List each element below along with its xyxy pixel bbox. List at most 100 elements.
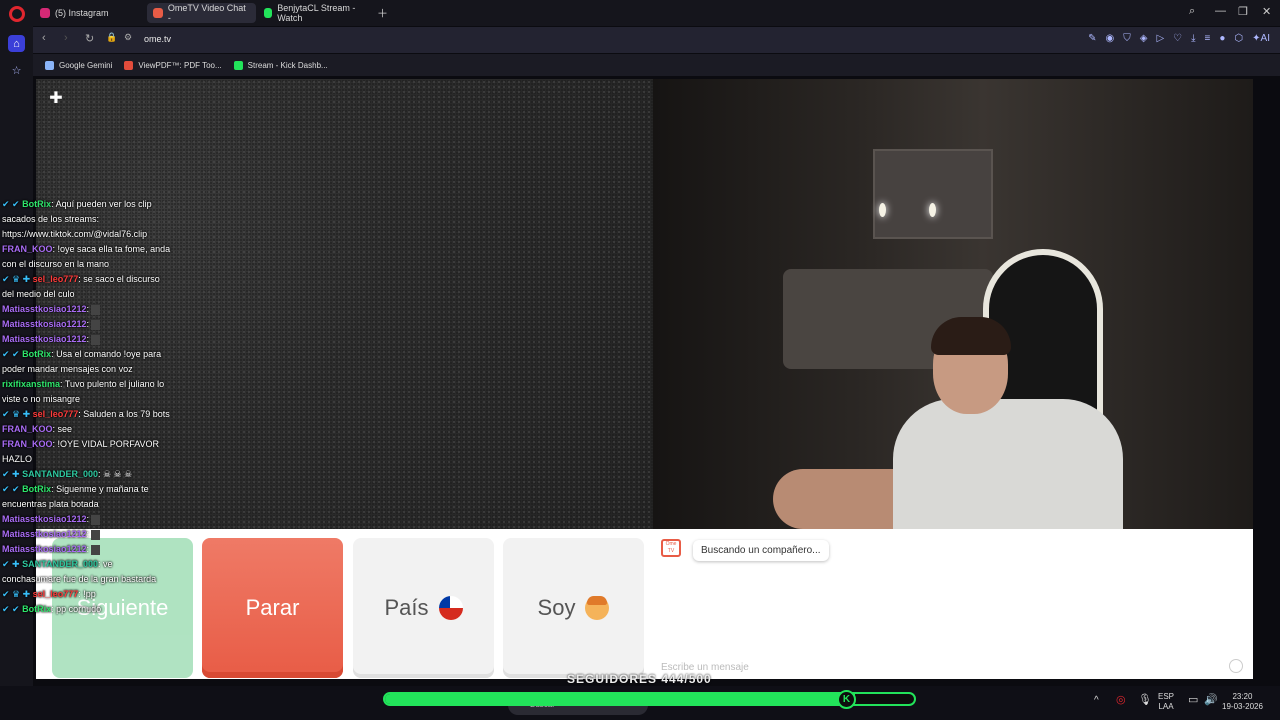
chat-username[interactable]: FRAN_KOO xyxy=(2,439,53,449)
chat-message: ✔ ♛ ✚ sel_leo777: !pp xyxy=(2,587,172,602)
network-icon[interactable]: ▭ xyxy=(1188,695,1198,706)
status-message: Buscando un compañero... xyxy=(693,540,829,561)
site-info-icon[interactable]: ⚙ xyxy=(124,32,132,43)
maximize-icon[interactable]: ❐ xyxy=(1238,5,1248,18)
minimize-icon[interactable]: — xyxy=(1215,5,1226,17)
chat-username[interactable]: sel_leo777 xyxy=(33,589,79,599)
language-indicator[interactable]: ESP LAA xyxy=(1158,692,1174,712)
vpn-icon[interactable]: ◈ xyxy=(1140,33,1148,44)
chat-message: FRAN_KOO: see xyxy=(2,422,172,437)
extensions-icon[interactable]: ⬡ xyxy=(1234,33,1243,44)
clock[interactable]: 23:20 19-03-2026 xyxy=(1222,692,1263,712)
sticker-emote-icon xyxy=(91,334,101,345)
chat-message: ✔ ✔ BotRix: Usa el comando !oye para pod… xyxy=(2,347,172,377)
chat-message: ✔ ✔ BotRix: Siguenme y mañana te encuent… xyxy=(2,482,172,512)
star-icon[interactable]: ☆ xyxy=(8,62,25,79)
stop-button[interactable]: Parar xyxy=(202,538,343,678)
tab-kick-stream[interactable]: BenjytaCL Stream - Watch xyxy=(258,3,370,23)
chat-username[interactable]: sel_leo777 xyxy=(33,274,79,284)
bookmark-viewpdf[interactable]: ViewPDF™: PDF Too... xyxy=(124,60,222,70)
tab-label: BenjytaCL Stream - Watch xyxy=(277,3,356,23)
ai-button[interactable]: ✦AI xyxy=(1252,33,1270,44)
chat-message: Matiasstkosiao1212: xyxy=(2,332,172,347)
tab-label: (5) Instagram xyxy=(55,8,109,18)
chat-username[interactable]: Matiasstkosiao1212 xyxy=(2,304,87,314)
back-icon[interactable]: ‹ xyxy=(42,32,46,44)
menu-icon[interactable]: ≡ xyxy=(1205,33,1211,44)
tab-instagram[interactable]: (5) Instagram xyxy=(34,3,142,23)
chat-username[interactable]: BotRix xyxy=(22,484,51,494)
bookmark-label: Google Gemini xyxy=(59,60,113,70)
chat-username[interactable]: BotRix xyxy=(22,199,51,209)
chat-username[interactable]: SANTANDER_000 xyxy=(22,559,98,569)
chat-username[interactable]: FRAN_KOO xyxy=(2,424,53,434)
chevron-up-icon[interactable]: ^ xyxy=(1094,696,1099,706)
pdf-icon xyxy=(124,60,134,70)
chat-message: ✔ ✚ SANTANDER_000: ☠ ☠ ☠ xyxy=(2,467,172,482)
reload-icon[interactable]: ↻ xyxy=(85,32,94,45)
camera-icon[interactable]: ◉ xyxy=(1106,33,1115,44)
shield-icon[interactable]: ⛉ xyxy=(1123,33,1131,44)
chat-username[interactable]: BotRix xyxy=(22,349,51,359)
chat-message: ✔ ♛ ✚ sel_leo777: se saco el discurso de… xyxy=(2,272,172,302)
chat-username[interactable]: BotRix xyxy=(22,604,51,614)
search-icon[interactable]: ⌕ xyxy=(1189,5,1195,18)
opera-tray-icon[interactable]: ◎ xyxy=(1116,695,1126,706)
chat-username[interactable]: sel_leo777 xyxy=(33,409,79,419)
chat-text: : Saluden a los 79 bots xyxy=(78,409,170,419)
gender-label: Soy xyxy=(537,595,576,620)
mic-icon[interactable]: 🎙 xyxy=(1138,695,1152,706)
chat-username[interactable]: Matiasstkosiao1212 xyxy=(2,544,87,554)
chat-username[interactable]: Matiasstkosiao1212 xyxy=(2,529,87,539)
profile-icon[interactable]: ● xyxy=(1219,33,1225,44)
address-bar: ‹ › ↻ 🔒 ⚙ ome.tv ✎ ◉ ⛉ ◈ ▷ ♡ ⤓ ≡ ● ⬡ ✦AI xyxy=(33,27,1280,53)
edit-icon[interactable]: ✎ xyxy=(1088,33,1096,44)
emoji-icon[interactable] xyxy=(1229,659,1243,673)
boy-emoji-icon xyxy=(585,596,610,620)
play-icon[interactable]: ▷ xyxy=(1156,33,1164,44)
bookmark-label: Stream - Kick Dashb... xyxy=(247,60,328,70)
followers-progress-fill xyxy=(385,694,855,704)
toolbar-icons: ✎ ◉ ⛉ ◈ ▷ ♡ ⤓ ≡ ● ⬡ ✦AI xyxy=(1088,33,1270,44)
chat-text: : xyxy=(86,334,90,344)
chat-username[interactable]: rixifixanstima xyxy=(2,379,60,389)
kick-logo-icon: K xyxy=(837,690,856,709)
chat-text: : ☠ ☠ ☠ xyxy=(97,469,133,479)
chat-username[interactable]: FRAN_KOO xyxy=(2,244,53,254)
gemini-icon xyxy=(45,60,54,70)
chat-message: Matiasstkosiao1212: xyxy=(2,317,172,332)
new-tab-icon[interactable]: ＋ xyxy=(377,5,388,21)
bookmark-gemini[interactable]: Google Gemini xyxy=(45,60,113,70)
instagram-icon xyxy=(40,8,50,18)
chat-username[interactable]: Matiasstkosiao1212 xyxy=(2,514,87,524)
chile-flag-icon xyxy=(438,596,463,620)
close-icon[interactable]: ✕ xyxy=(1262,5,1271,18)
volume-icon[interactable]: 🔊 xyxy=(1204,695,1218,706)
chat-message: FRAN_KOO: !oye saca ella ta fome, anda c… xyxy=(2,242,172,272)
url-text[interactable]: ome.tv xyxy=(144,34,171,44)
chat-text: : !pp xyxy=(78,589,96,599)
opera-logo-icon[interactable] xyxy=(9,6,25,22)
badge-icon: ✔ ✚ xyxy=(2,559,20,569)
chat-username[interactable]: Matiasstkosiao1212 xyxy=(2,319,87,329)
gender-button[interactable]: Soy xyxy=(503,538,644,678)
tab-ometv[interactable]: OmeTV Video Chat - xyxy=(147,3,256,23)
add-icon[interactable]: ✚ xyxy=(48,91,64,107)
country-button[interactable]: País xyxy=(353,538,494,678)
chat-username[interactable]: SANTANDER_000 xyxy=(22,469,98,479)
heart-icon[interactable]: ♡ xyxy=(1173,33,1182,44)
chat-text: : pp cornudo xyxy=(51,604,102,614)
lock-icon: 🔒 xyxy=(106,32,118,42)
bookmark-kick-dashboard[interactable]: Stream - Kick Dashb... xyxy=(233,60,328,70)
bookmarks-bar: Google Gemini ViewPDF™: PDF Too... Strea… xyxy=(33,54,1280,76)
bookmark-label: ViewPDF™: PDF Too... xyxy=(138,60,222,70)
person-hair xyxy=(931,317,1011,355)
download-icon[interactable]: ⤓ xyxy=(1191,33,1195,44)
ometv-page: ✚ Siguiente Parar País Soy Ome TV Buscan… xyxy=(36,79,1253,679)
chat-text: : xyxy=(86,319,90,329)
chat-username[interactable]: Matiasstkosiao1212 xyxy=(2,334,87,344)
forward-icon[interactable]: › xyxy=(64,32,68,44)
sticker-emote-icon xyxy=(91,304,101,315)
country-label: País xyxy=(384,595,429,620)
home-icon[interactable]: ⌂ xyxy=(8,35,25,52)
